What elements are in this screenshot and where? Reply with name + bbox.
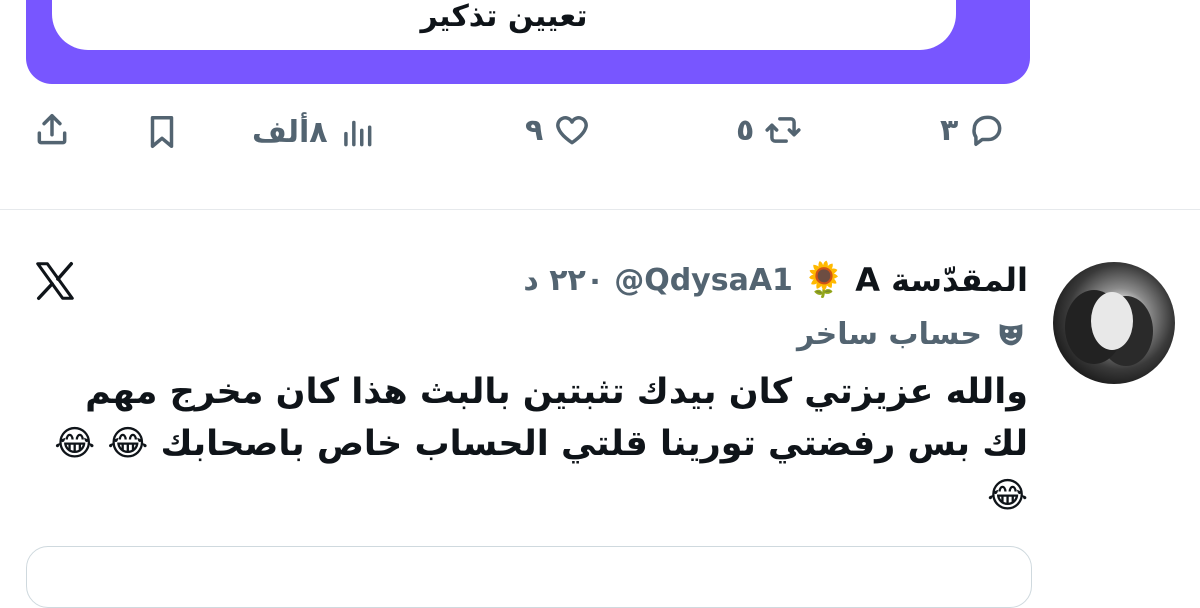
repost-button[interactable]: ٥: [736, 111, 802, 149]
reposts-count: ٥: [736, 112, 755, 148]
mask-icon: [999, 324, 1023, 346]
bookmark-button[interactable]: [143, 113, 181, 151]
share-button[interactable]: [33, 111, 71, 149]
likes-count: ٩: [525, 112, 544, 148]
tweet-divider: [0, 209, 1200, 210]
like-button[interactable]: ٩: [525, 111, 591, 149]
views-count: ٨ألف: [252, 114, 328, 150]
tweet-header: المقدّسة A 🌻 @QdysaA1 ٢٢٠ د: [523, 258, 1028, 302]
tweet-text: والله عزيزتي كان بيدك تثبتين بالبث هذا ك…: [54, 372, 1028, 516]
repost-icon: [765, 117, 801, 143]
heart-icon: [556, 116, 589, 145]
views-icon: [343, 120, 372, 147]
avatar[interactable]: [1053, 262, 1175, 384]
set-reminder-button[interactable]: تعيين تذكير: [52, 0, 956, 50]
share-icon: [37, 114, 67, 145]
quoted-tweet-card[interactable]: [26, 546, 1032, 608]
bookmark-icon: [150, 116, 174, 148]
set-reminder-label: تعيين تذكير: [420, 0, 588, 34]
x-logo-icon[interactable]: [32, 258, 78, 304]
username-handle[interactable]: @QdysaA1: [614, 263, 793, 298]
sunflower-icon: 🌻: [802, 260, 846, 300]
views-button[interactable]: ٨ألف: [252, 113, 376, 151]
replies-count: ٣: [940, 112, 959, 148]
tweet-action-bar: ٨ألف ٩ ٥ ٣: [0, 105, 1060, 160]
timestamp[interactable]: ٢٢٠ د: [523, 263, 604, 298]
reply-button[interactable]: ٣: [940, 111, 1006, 149]
parody-label: حساب ساخر: [797, 312, 1028, 356]
parody-label-text: حساب ساخر: [796, 316, 982, 352]
reply-icon: [972, 115, 1002, 146]
display-name[interactable]: المقدّسة A: [855, 261, 1028, 299]
